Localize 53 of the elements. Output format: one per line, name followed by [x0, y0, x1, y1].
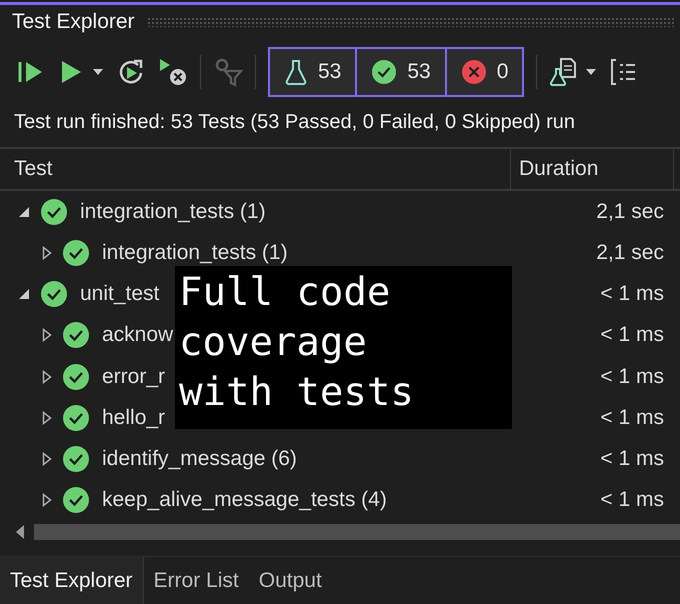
duration-cell-text: < 1 ms: [599, 447, 665, 472]
flask-icon: [284, 59, 308, 86]
collapsed-arrow-icon[interactable]: [42, 493, 52, 508]
passed-icon: [62, 321, 90, 350]
passed-icon: [62, 239, 90, 268]
duration-cell-text: < 1 ms: [599, 323, 665, 348]
expanded-arrow-icon[interactable]: [18, 206, 30, 218]
test-name[interactable]: integration_tests (1): [102, 241, 288, 266]
counter-button[interactable]: 53: [270, 49, 358, 96]
status-message: Test run finished: 53 Tests (53 Passed, 0 Failed, 0 Skipped) run: [13, 110, 576, 136]
duration-cell-text: < 1 ms: [599, 364, 665, 389]
playlist-icon[interactable]: [549, 57, 578, 88]
expanded-arrow-icon[interactable]: [18, 288, 30, 300]
passed-icon: [62, 404, 90, 432]
test-name[interactable]: identify_message (6): [102, 447, 297, 472]
test-name[interactable]: acknow: [102, 323, 174, 348]
duration-cell-text: < 1 ms: [599, 406, 665, 430]
panel-tab[interactable]: Error List: [144, 556, 249, 604]
test-name[interactable]: unit_test: [80, 282, 160, 306]
panel-tab[interactable]: Output: [248, 556, 332, 604]
check-icon: [371, 59, 398, 86]
duration-cell-text: 2,1 sec: [595, 241, 665, 266]
passed-icon: [40, 198, 68, 226]
duration-cell-text: 2,1 sec: [595, 200, 665, 224]
collapsed-arrow-icon[interactable]: [42, 328, 52, 342]
test-name[interactable]: error_r: [102, 364, 166, 389]
column-header[interactable]: Duration: [511, 149, 674, 190]
test-name[interactable]: keep_alive_message_tests (4): [102, 488, 387, 512]
caret-icon[interactable]: [585, 68, 598, 76]
hierarchy-icon[interactable]: [609, 57, 636, 88]
test-name[interactable]: hello_r: [102, 406, 166, 430]
test-name[interactable]: integration_tests (1): [80, 200, 266, 224]
caption-overlay: Full code coverage with tests: [175, 266, 512, 430]
scrollbar-thumb[interactable]: [34, 524, 680, 540]
collapsed-arrow-icon[interactable]: [42, 452, 52, 466]
collapsed-arrow-icon[interactable]: [42, 370, 52, 384]
panel-title: Test Explorer: [12, 10, 135, 34]
column-header[interactable]: Test: [0, 149, 511, 190]
passed-icon: [40, 280, 68, 308]
passed-icon: [62, 445, 90, 474]
error-icon: [460, 59, 487, 86]
collapsed-arrow-icon[interactable]: [42, 246, 52, 260]
caret-icon[interactable]: [92, 68, 104, 76]
scroll-left-icon[interactable]: [14, 524, 26, 540]
panel-tab[interactable]: Test Explorer: [0, 556, 144, 604]
duration-cell-text: < 1 ms: [599, 282, 665, 306]
collapsed-arrow-icon[interactable]: [42, 410, 52, 425]
duration-cell-text: < 1 ms: [599, 488, 665, 512]
passed-icon: [62, 362, 90, 391]
passed-icon: [62, 486, 90, 514]
counter-button[interactable]: 53: [357, 49, 447, 96]
counter-button[interactable]: 0: [446, 49, 522, 96]
cancel-run-icon[interactable]: [158, 57, 188, 88]
